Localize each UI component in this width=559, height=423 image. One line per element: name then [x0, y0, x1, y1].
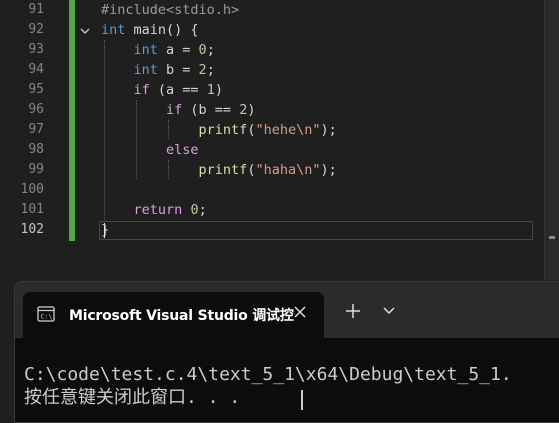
code-token: "haha\n"	[255, 162, 321, 178]
code-token: 1	[206, 82, 215, 98]
terminal-output-line: 按任意键关闭此窗口. . .	[24, 387, 241, 408]
scrollbar-position-marker	[549, 236, 555, 239]
code-line[interactable]: 97 printf("hehe\n");	[0, 120, 559, 140]
code-token: ;	[206, 42, 215, 58]
line-number: 99	[28, 162, 44, 177]
code-token: );	[320, 122, 337, 138]
code-editor[interactable]: 91 #include<stdio.h> 92 int main() {93 int …	[0, 0, 559, 280]
line-number: 100	[20, 182, 44, 197]
code-text: printf("hehe\n");	[101, 120, 337, 140]
code-text: else	[101, 140, 199, 160]
code-text: int b = 2;	[101, 60, 215, 80]
code-line[interactable]: 98 else	[0, 140, 559, 160]
code-token: 0	[190, 202, 199, 218]
code-line[interactable]: 101 return 0;	[0, 200, 559, 220]
code-token: ;	[198, 202, 207, 218]
line-number: 97	[28, 122, 44, 137]
code-text: int main() {	[101, 20, 199, 40]
code-token: return	[133, 202, 183, 218]
code-token: int	[133, 42, 158, 58]
code-text: if (b == 2)	[101, 100, 255, 120]
line-number: 98	[28, 142, 44, 157]
line-number: 93	[28, 42, 44, 57]
code-token: #include<stdio.h>	[101, 2, 240, 18]
line-number: 101	[20, 202, 44, 217]
vertical-scrollbar[interactable]	[544, 0, 559, 280]
terminal-tab[interactable]: C:\ Microsoft Visual Studio 调试控	[23, 292, 324, 338]
chevron-down-icon[interactable]	[383, 306, 395, 316]
code-line[interactable]: 92 int main() {	[0, 20, 559, 40]
code-token: b =	[157, 62, 199, 78]
terminal-output-line: C:\code\test.c.4\text_5_1\x64\Debug\text…	[24, 364, 512, 385]
code-token: );	[320, 162, 337, 178]
line-number: 91	[28, 2, 44, 17]
tab-title: Microsoft Visual Studio 调试控	[69, 308, 294, 324]
code-token: if	[166, 102, 183, 118]
code-token: )	[247, 102, 256, 118]
terminal-cursor	[301, 390, 303, 410]
code-token: main() {	[125, 22, 199, 38]
code-token: "hehe\n"	[255, 122, 321, 138]
code-line[interactable]: 95 if (a == 1)	[0, 80, 559, 100]
code-token: (b ==	[182, 102, 240, 118]
console-icon: C:\	[37, 306, 55, 322]
code-token: printf	[198, 162, 248, 178]
close-icon[interactable]	[291, 303, 309, 321]
code-line[interactable]: 93 int a = 0;	[0, 40, 559, 60]
code-token: else	[166, 142, 199, 158]
code-token: 0	[198, 42, 207, 58]
text-caret	[104, 223, 105, 238]
debug-console-window[interactable]: C:\ Microsoft Visual Studio 调试控 C:\code\…	[14, 281, 559, 423]
code-token: int	[133, 62, 158, 78]
code-line[interactable]: 91 #include<stdio.h>	[0, 0, 559, 20]
line-number: 96	[28, 102, 44, 117]
current-line-highlight	[99, 221, 533, 240]
code-text: printf("haha\n");	[101, 160, 337, 180]
code-line[interactable]: 99 printf("haha\n");	[0, 160, 559, 180]
line-number: 92	[28, 22, 44, 37]
code-text: #include<stdio.h>	[101, 0, 239, 20]
line-number: 95	[28, 82, 44, 97]
code-text: if (a == 1)	[101, 80, 223, 100]
svg-text:C:\: C:\	[41, 313, 53, 321]
plus-icon[interactable]	[345, 303, 361, 319]
code-token: (a ==	[149, 82, 207, 98]
code-text: int a = 0;	[101, 40, 215, 60]
terminal-tab-bar: C:\ Microsoft Visual Studio 调试控	[15, 282, 559, 338]
code-line[interactable]: 94 int b = 2;	[0, 60, 559, 80]
code-token: int	[101, 22, 126, 38]
line-number: 102	[20, 222, 44, 237]
code-line[interactable]: 100	[0, 180, 559, 200]
code-token: ;	[206, 62, 215, 78]
code-token: 2	[198, 62, 207, 78]
code-token: a =	[157, 42, 199, 58]
code-token: )	[214, 82, 223, 98]
line-number: 94	[28, 62, 44, 77]
code-token: if	[133, 82, 150, 98]
code-token: printf	[198, 122, 248, 138]
code-text: return 0;	[101, 200, 207, 220]
code-line[interactable]: 96 if (b == 2)	[0, 100, 559, 120]
